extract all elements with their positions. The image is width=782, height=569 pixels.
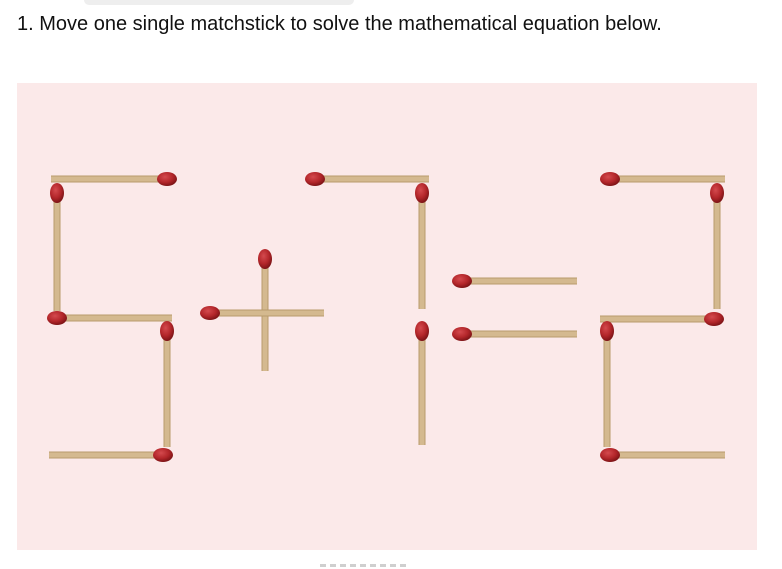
matchstick-head — [600, 448, 620, 462]
matchstick-digit-5-bottom[interactable] — [49, 448, 173, 462]
matchstick-puzzle-canvas — [47, 172, 725, 462]
matchstick-head — [47, 311, 67, 325]
matchstick-digit-5-top[interactable] — [51, 172, 177, 186]
matchstick-head — [157, 172, 177, 186]
matchstick-head — [452, 327, 472, 341]
matchstick-head — [600, 172, 620, 186]
matchstick-head — [415, 321, 429, 341]
matchstick-head — [200, 306, 220, 320]
matchstick-head — [704, 312, 724, 326]
matchstick-equals-bottom[interactable] — [452, 327, 577, 341]
matchstick-digit-5-lower-right[interactable] — [160, 321, 174, 447]
matchstick-digit-5-upper-left[interactable] — [50, 183, 64, 311]
question-text: 1. Move one single matchstick to solve t… — [17, 13, 662, 35]
matchstick-head — [258, 249, 272, 269]
matchstick-digit-5-middle[interactable] — [47, 311, 172, 325]
matchstick-digit-2-top[interactable] — [600, 172, 725, 186]
matchstick-equals-top[interactable] — [452, 274, 577, 288]
matchstick-head — [710, 183, 724, 203]
matchstick-digit-7-upper-right[interactable] — [415, 183, 429, 309]
matchstick-head — [305, 172, 325, 186]
matchstick-head — [160, 321, 174, 341]
matchstick-digit-7-lower-right[interactable] — [415, 321, 429, 445]
matchstick-head — [452, 274, 472, 288]
matchstick-puzzle — [17, 83, 757, 550]
matchstick-digit-7-top[interactable] — [305, 172, 429, 186]
matchstick-head — [600, 321, 614, 341]
matchstick-digit-2-bottom[interactable] — [600, 448, 725, 462]
matchstick-digit-2-middle[interactable] — [600, 312, 724, 326]
matchstick-digit-2-upper-right[interactable] — [710, 183, 724, 309]
matchstick-digit-2-lower-left[interactable] — [600, 321, 614, 447]
matchstick-head — [153, 448, 173, 462]
faint-caption — [320, 557, 440, 569]
matchstick-head — [50, 183, 64, 203]
matchstick-head — [415, 183, 429, 203]
top-scroll-strip — [84, 0, 354, 5]
